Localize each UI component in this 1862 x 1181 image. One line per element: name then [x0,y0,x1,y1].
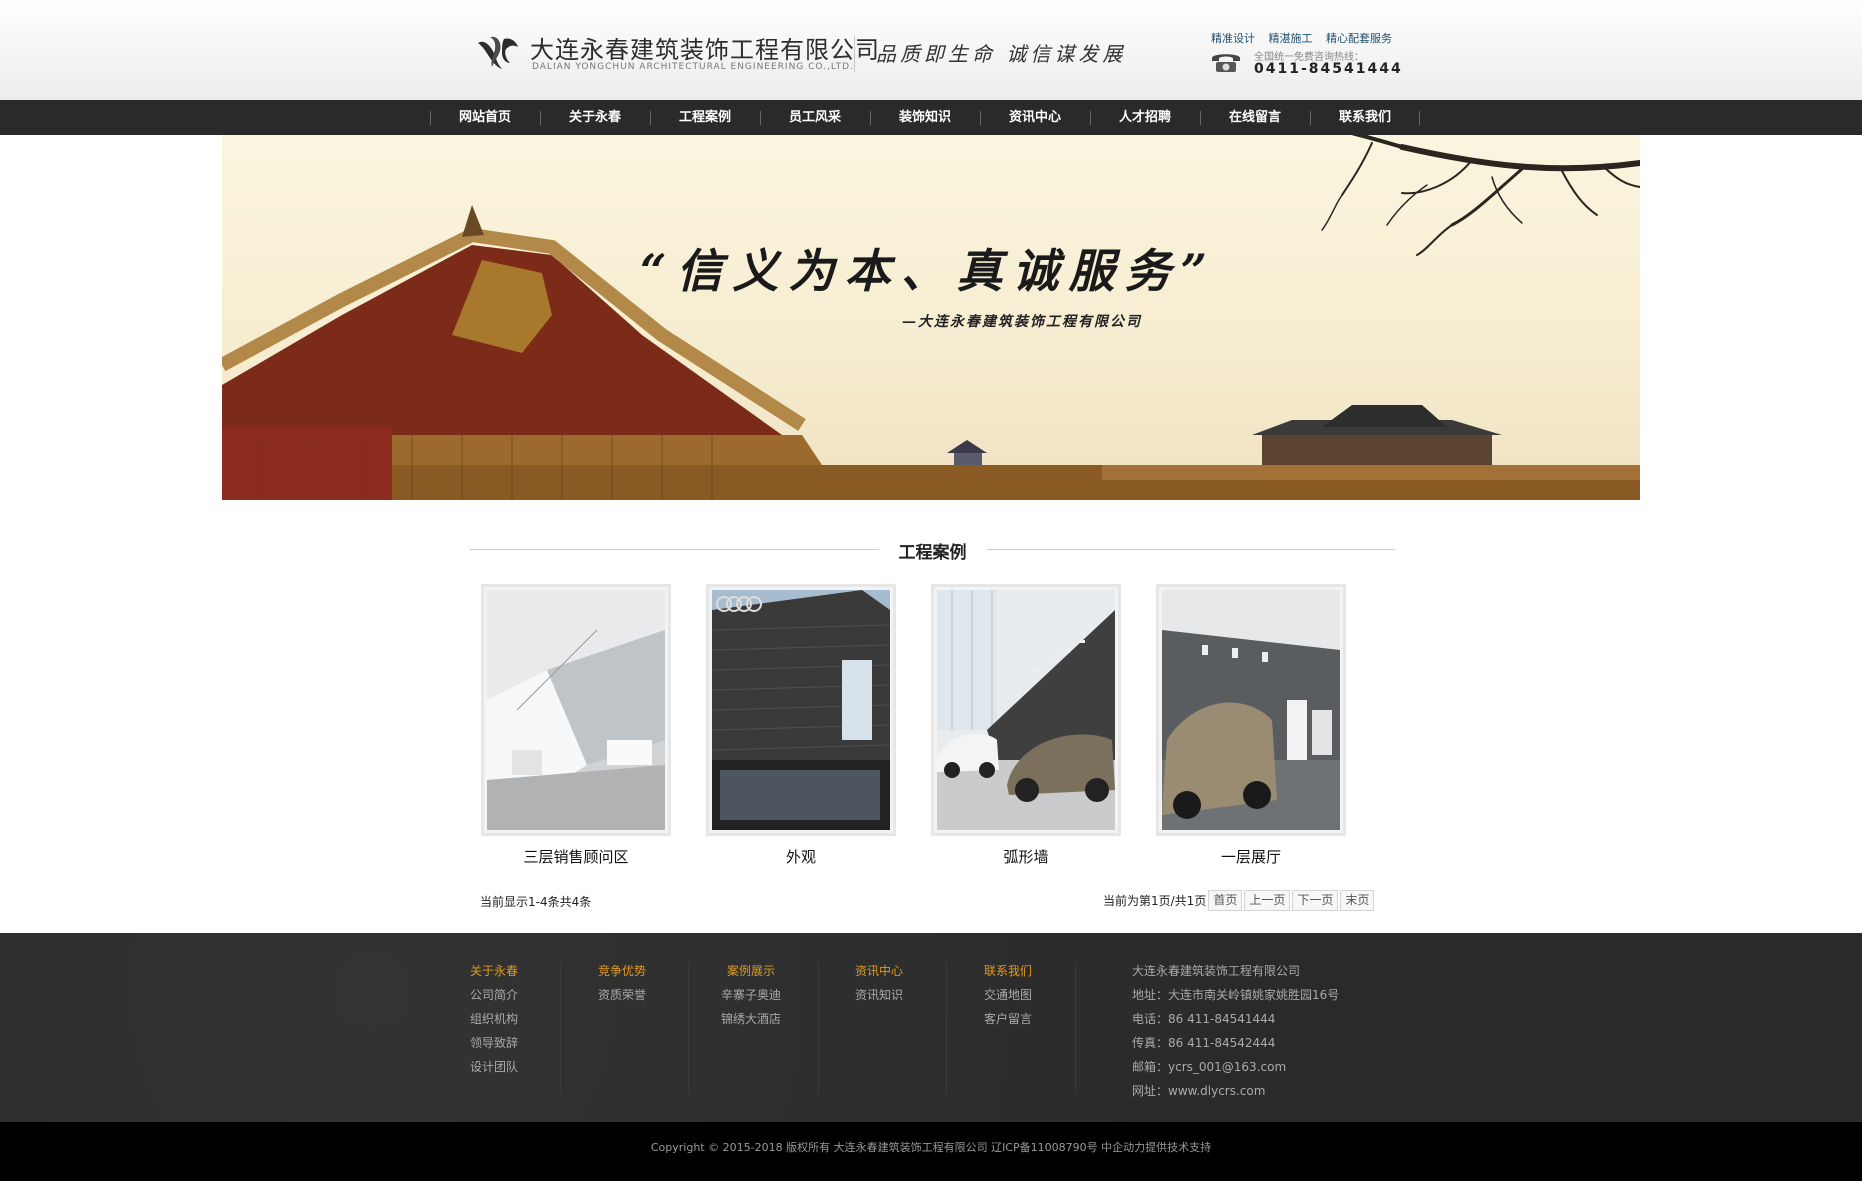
hero-banner: “信义为本、真诚服务” —大连永春建筑装饰工程有限公司 [222,135,1640,500]
footer-divider [688,963,689,1093]
footer-divider [946,963,947,1093]
main-nav: 网站首页 关于永春 工程案例 员工风采 装饰知识 资讯中心 人才招聘 在线留言 … [0,100,1862,135]
footer-contact-info: 大连永春建筑装饰工程有限公司 地址：大连市南关岭镇姚家姚胜园16号 电话：86 … [1132,959,1339,1103]
case-caption[interactable]: 弧形墙 [931,846,1121,867]
footer-heading[interactable]: 关于永春 [470,959,518,983]
copyright-bar: Copyright © 2015-2018 版权所有 大连永春建筑装饰工程有限公… [0,1122,1862,1181]
footer-heading[interactable]: 资讯中心 [855,959,903,983]
service-item: 精湛施工 [1268,32,1313,45]
footer-column-advantage: 竞争优势 资质荣誉 [598,959,646,1007]
case-image[interactable] [1156,584,1346,836]
footer-link[interactable]: 锦绣大酒店 [721,1007,781,1031]
case-card[interactable]: 一层展厅 [1156,584,1346,867]
footer-link[interactable]: 领导致辞 [470,1031,518,1055]
service-list: 精准设计 精湛施工 精心配套服务 [1211,30,1402,46]
footer-link[interactable]: 辛寨子奥迪 [721,983,781,1007]
case-card[interactable]: 三层销售顾问区 [481,584,671,867]
case-caption[interactable]: 外观 [706,846,896,867]
nav-item-message[interactable]: 在线留言 [1200,100,1310,135]
header-slogan: 品质即生命 诚信谋发展 [876,42,1127,66]
footer-company-name: 大连永春建筑装饰工程有限公司 [1132,964,1301,978]
footer-link[interactable]: 交通地图 [984,983,1032,1007]
nav-item-cases[interactable]: 工程案例 [650,100,760,135]
banner-signature: —大连永春建筑装饰工程有限公司 [902,314,1142,330]
copyright-text: Copyright © 2015-2018 版权所有 大连永春建筑装饰工程有限公… [650,1141,1212,1154]
case-card[interactable]: 外观 [706,584,896,867]
company-name-cn[interactable]: 大连永春建筑装饰工程有限公司 [530,30,880,65]
banner-quote: “信义为本、真诚服务” [640,244,1217,298]
footer-column-contact: 联系我们 交通地图 客户留言 [984,959,1032,1031]
footer-link[interactable]: 公司简介 [470,983,518,1007]
case-image[interactable] [481,584,671,836]
site-header: 大连永春建筑装饰工程有限公司 DALIAN YONGCHUN ARCHITECT… [0,0,1862,100]
hotline-number: 0411-84541444 [1254,61,1403,77]
footer-column-about: 关于永春 公司简介 组织机构 领导致辞 设计团队 [470,959,518,1079]
footer-email[interactable]: 邮箱：ycrs_001@163.com [1132,1055,1339,1079]
pager-last-button[interactable]: 末页 [1340,890,1375,911]
footer-heading[interactable]: 联系我们 [984,959,1032,983]
pager-next-button[interactable]: 下一页 [1292,890,1339,911]
case-image[interactable] [931,584,1121,836]
case-caption[interactable]: 三层销售顾问区 [481,846,671,867]
nav-item-jobs[interactable]: 人才招聘 [1090,100,1200,135]
footer-website[interactable]: 网址：www.dlycrs.com [1132,1079,1339,1103]
footer-divider [818,963,819,1093]
case-card[interactable]: 弧形墙 [931,584,1121,867]
nav-item-home[interactable]: 网站首页 [430,100,540,135]
case-image[interactable] [706,584,896,836]
telephone-icon [1212,54,1240,72]
footer-address: 地址：大连市南关岭镇姚家姚胜园16号 [1132,988,1340,1002]
footer-link[interactable]: 组织机构 [470,1007,518,1031]
footer-heading[interactable]: 案例展示 [721,959,781,983]
footer-heading[interactable]: 竞争优势 [598,959,646,983]
footer-link[interactable]: 资质荣誉 [598,983,646,1007]
nav-item-contact[interactable]: 联系我们 [1310,100,1420,135]
yc-logo-icon[interactable] [476,33,520,73]
nav-item-knowledge[interactable]: 装饰知识 [870,100,980,135]
tree-branch-graphic [1321,135,1640,256]
site-footer: 关于永春 公司简介 组织机构 领导致辞 设计团队 竞争优势 资质荣誉 案例展示 … [0,933,1862,1122]
header-divider [854,36,855,72]
nav-item-news[interactable]: 资讯中心 [980,100,1090,135]
footer-divider [560,963,561,1093]
footer-fax: 传真：86 411-84542444 [1132,1036,1276,1050]
footer-phone: 电话：86 411-84541444 [1132,1012,1276,1026]
section-header: 工程案例 [470,536,1395,563]
service-item: 精心配套服务 [1326,32,1392,45]
pager-summary: 当前显示1-4条共4条 [480,895,592,909]
pager-first-button[interactable]: 首页 [1208,890,1243,911]
footer-link[interactable]: 资讯知识 [855,983,903,1007]
pager-page-info: 当前为第1页/共1页 [1103,894,1207,908]
section-title: 工程案例 [878,543,987,563]
pagination: 当前为第1页/共1页 首页 上一页 下一页 末页 [1103,890,1375,911]
pager-prev-button[interactable]: 上一页 [1244,890,1291,911]
nav-item-staff[interactable]: 员工风采 [760,100,870,135]
service-item: 精准设计 [1211,32,1255,45]
footer-column-cases: 案例展示 辛寨子奥迪 锦绣大酒店 [721,959,781,1031]
nav-item-about[interactable]: 关于永春 [540,100,650,135]
footer-link[interactable]: 客户留言 [984,1007,1032,1031]
footer-link[interactable]: 设计团队 [470,1055,518,1079]
case-caption[interactable]: 一层展厅 [1156,846,1346,867]
footer-column-news: 资讯中心 资讯知识 [855,959,903,1007]
footer-divider [1075,963,1076,1093]
company-name-en: DALIAN YONGCHUN ARCHITECTURAL ENGINEERIN… [532,62,854,72]
